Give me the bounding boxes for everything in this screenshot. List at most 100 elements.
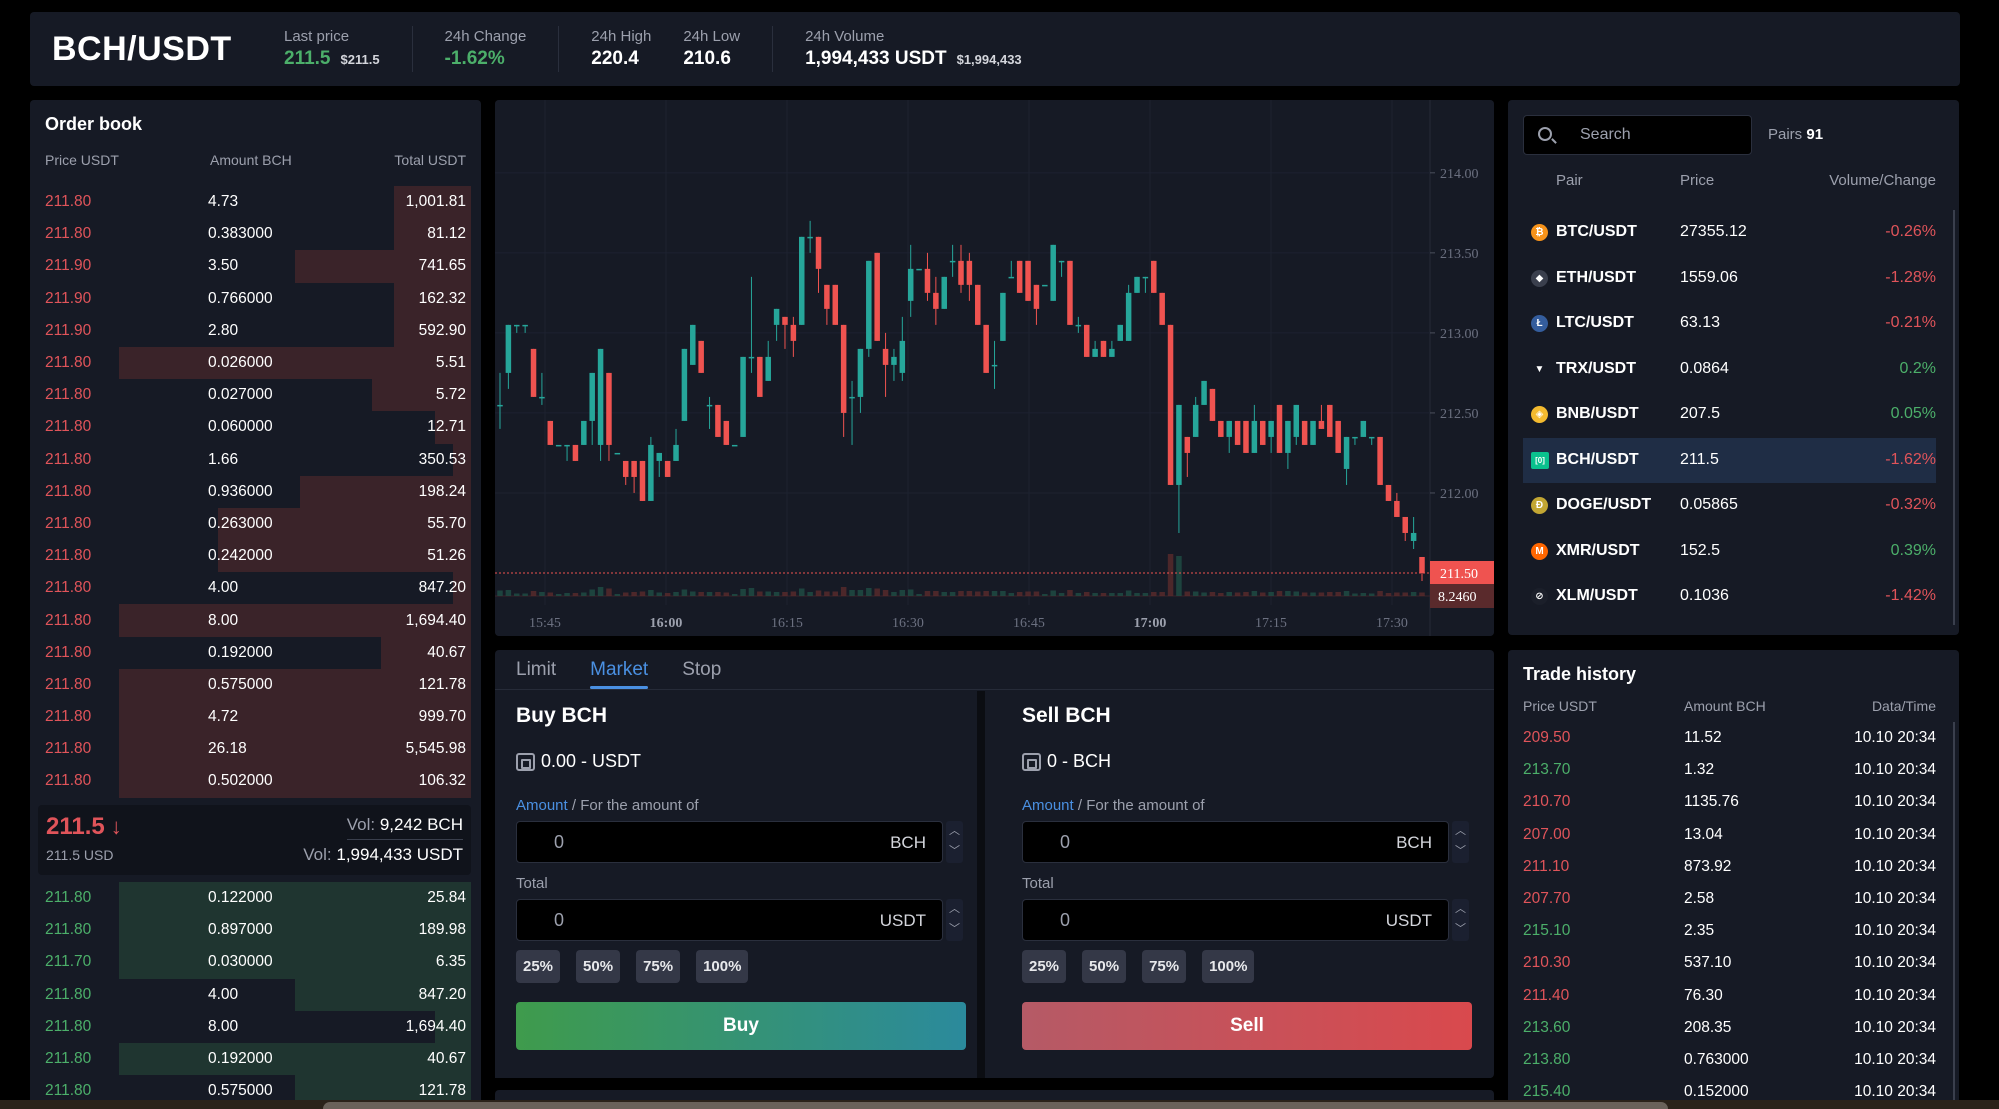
buy-pct-100[interactable]: 100% [696, 950, 749, 983]
sell-total-stepper[interactable]: ︿ ﹀ [1452, 899, 1469, 941]
bid-row[interactable]: 211.80 4.00 847.20 [30, 978, 481, 1011]
pairs-scrollbar[interactable] [1953, 210, 1955, 625]
ask-row[interactable]: 211.80 4.00 847.20 [30, 572, 481, 605]
chevron-down-icon[interactable]: ﹀ [1452, 919, 1469, 939]
buy-total-input[interactable]: 0 USDT [516, 899, 943, 941]
sell-amount-stepper[interactable]: ︿ ﹀ [1452, 821, 1469, 863]
sell-button[interactable]: Sell [1022, 1002, 1472, 1050]
volume-bar [1301, 592, 1308, 596]
tab-market[interactable]: Market [590, 650, 649, 689]
buy-total-value[interactable]: 0 [554, 910, 564, 931]
ask-row[interactable]: 211.80 0.383000 81.12 [30, 218, 481, 251]
tab-limit[interactable]: Limit [516, 650, 556, 689]
col-datetime: Data/Time [1871, 698, 1936, 714]
order-amount: 0.897000 [208, 921, 273, 939]
volume-bar [564, 593, 570, 596]
pair-row[interactable]: M XMR/USDT 152.5 0.39% [1523, 529, 1936, 575]
buy-pct-75[interactable]: 75% [636, 950, 681, 983]
tab-stop[interactable]: Stop [682, 650, 721, 689]
buy-pct-50[interactable]: 50% [576, 950, 621, 983]
ask-row[interactable]: 211.80 26.18 5,545.98 [30, 733, 481, 766]
pair-row[interactable]: ₿ BTC/USDT 27355.12 -0.26% [1523, 210, 1936, 256]
y-tick-label: 214.00 [1440, 167, 1479, 182]
pair-price: 63.13 [1680, 314, 1721, 331]
ask-row[interactable]: 211.80 0.026000 5.51 [30, 346, 481, 380]
amount-mode-link[interactable]: Amount [516, 797, 568, 814]
col-pair[interactable]: Pair [1556, 172, 1583, 189]
volume-bar [648, 590, 654, 596]
ask-row[interactable]: 211.80 1.66 350.53 [30, 443, 481, 476]
sell-pct-75[interactable]: 75% [1142, 950, 1187, 983]
volume-bar [773, 592, 780, 596]
ask-row[interactable]: 211.90 0.766000 162.32 [30, 282, 481, 315]
pair-row[interactable]: ◈ BNB/USDT 207.5 0.05% [1523, 392, 1936, 438]
buy-amount-value[interactable]: 0 [554, 832, 564, 853]
chevron-up-icon[interactable]: ︿ [946, 821, 963, 841]
sell-pct-100[interactable]: 100% [1202, 950, 1255, 983]
sell-amount-input[interactable]: 0 BCH [1022, 821, 1449, 863]
ask-row[interactable]: 211.90 2.80 592.90 [30, 314, 481, 347]
sell-total-input[interactable]: 0 USDT [1022, 899, 1449, 941]
ask-row[interactable]: 211.90 3.50 741.65 [30, 250, 481, 283]
bid-row[interactable]: 211.80 0.122000 25.84 [30, 882, 481, 915]
volume-bar [1016, 592, 1023, 596]
ask-row[interactable]: 211.80 0.192000 40.67 [30, 636, 481, 669]
buy-total-stepper[interactable]: ︿ ﹀ [946, 899, 963, 941]
chevron-down-icon[interactable]: ﹀ [946, 919, 963, 939]
volume-bar [514, 593, 520, 596]
chevron-up-icon[interactable]: ︿ [946, 899, 963, 919]
candle-up [991, 364, 998, 367]
ask-row[interactable]: 211.80 0.502000 106.32 [30, 765, 481, 798]
pair-row[interactable]: Ł LTC/USDT 63.13 -0.21% [1523, 301, 1936, 347]
trade-history-title: Trade history [1523, 664, 1637, 684]
ask-row[interactable]: 211.80 0.263000 55.70 [30, 507, 481, 541]
volume-bar [832, 591, 839, 596]
ask-row[interactable]: 211.80 0.060000 12.71 [30, 411, 481, 444]
volume-bar [1151, 592, 1157, 596]
trades-scrollbar[interactable] [1953, 722, 1955, 1109]
for-amount-link[interactable]: / For the amount of [1074, 797, 1205, 814]
chevron-down-icon[interactable]: ﹀ [1452, 841, 1469, 861]
ask-row[interactable]: 211.80 8.00 1,694.40 [30, 604, 481, 637]
pair-row[interactable]: ⊘ XLM/USDT 0.1036 -1.42% [1523, 574, 1936, 620]
candlestick-chart[interactable]: 214.00 213.50 213.00 212.50 212.00 15:45 16:00… [495, 100, 1494, 636]
candle-down [1159, 292, 1165, 325]
sell-pct-50[interactable]: 50% [1082, 950, 1127, 983]
search-box[interactable] [1523, 115, 1752, 155]
buy-amount-stepper[interactable]: ︿ ﹀ [946, 821, 963, 863]
ask-row[interactable]: 211.80 0.936000 198.24 [30, 475, 481, 508]
buy-percent-buttons: 25% 50% 75% 100% [516, 950, 749, 983]
sell-amount-value[interactable]: 0 [1060, 832, 1070, 853]
chevron-up-icon[interactable]: ︿ [1452, 821, 1469, 841]
for-amount-link[interactable]: / For the amount of [568, 797, 699, 814]
buy-pct-25[interactable]: 25% [516, 950, 561, 983]
col-volume-change[interactable]: Volume/Change [1829, 172, 1936, 189]
volume-bar [1033, 591, 1040, 596]
price-chart[interactable]: 214.00 213.50 213.00 212.50 212.00 15:45 16:00… [495, 100, 1494, 636]
ask-row[interactable]: 211.80 4.72 999.70 [30, 701, 481, 734]
pair-row[interactable]: ◆ ETH/USDT 1559.06 -1.28% [1523, 256, 1936, 302]
ask-row[interactable]: 211.80 0.242000 51.26 [30, 540, 481, 573]
pair-row[interactable]: ▼ TRX/USDT 0.0864 0.2% [1523, 347, 1936, 393]
buy-amount-input[interactable]: 0 BCH [516, 821, 943, 863]
bid-row[interactable]: 211.80 0.897000 189.98 [30, 914, 481, 947]
bid-row[interactable]: 211.70 0.030000 6.35 [30, 946, 481, 979]
search-input[interactable] [1580, 124, 1740, 146]
col-price[interactable]: Price [1680, 172, 1714, 189]
buy-button[interactable]: Buy [516, 1002, 966, 1050]
ask-row[interactable]: 211.80 0.575000 121.78 [30, 668, 481, 701]
ask-row[interactable]: 211.80 0.027000 5.72 [30, 379, 481, 412]
amount-mode-link[interactable]: Amount [1022, 797, 1074, 814]
volume-bar [1058, 593, 1065, 596]
bid-row[interactable]: 211.80 8.00 1,694.40 [30, 1010, 481, 1043]
chevron-up-icon[interactable]: ︿ [1452, 899, 1469, 919]
candle-up [941, 276, 947, 309]
x-tick-label: 16:00 [650, 616, 683, 631]
bid-row[interactable]: 211.80 0.192000 40.67 [30, 1042, 481, 1076]
pair-row[interactable]: Ð DOGE/USDT 0.05865 -0.32% [1523, 483, 1936, 529]
sell-pct-25[interactable]: 25% [1022, 950, 1067, 983]
pair-row[interactable]: [0] BCH/USDT 211.5 -1.62% [1523, 437, 1936, 483]
ask-row[interactable]: 211.80 4.73 1,001.81 [30, 186, 481, 219]
sell-total-value[interactable]: 0 [1060, 910, 1070, 931]
chevron-down-icon[interactable]: ﹀ [946, 841, 963, 861]
